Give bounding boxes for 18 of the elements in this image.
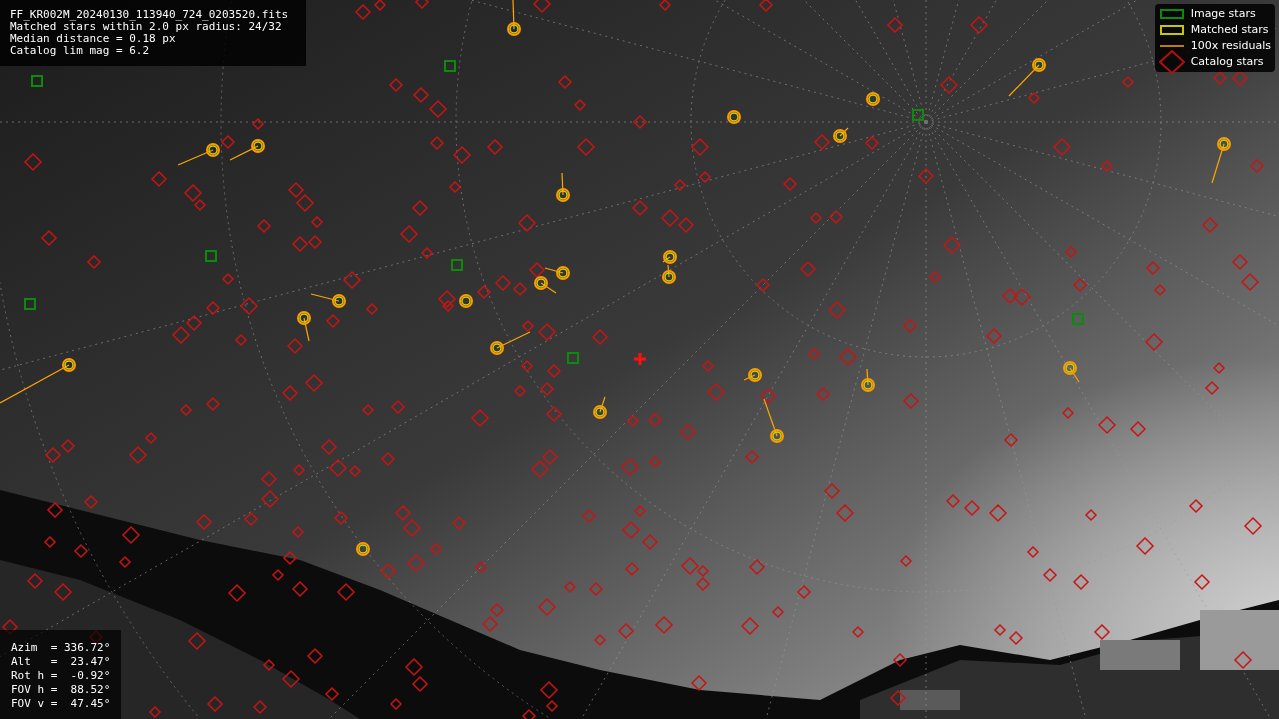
- info-text: Catalog lim mag = 6.2: [10, 45, 151, 57]
- legend-label: Image stars: [1190, 5, 1256, 22]
- legend-label: Matched stars: [1190, 21, 1269, 38]
- pointing-text: Azim = 336.72°: [11, 641, 110, 655]
- square-outline-icon: [1159, 25, 1184, 35]
- info-text: FF_KR002M_20240130_113940_724_0203520.fits: [10, 9, 290, 21]
- legend-label: Catalog stars: [1190, 53, 1264, 70]
- pointing-text: Alt = 23.47°: [11, 655, 110, 669]
- pointing-text: Rot h = -0.92°: [11, 669, 110, 683]
- cross-icon: [634, 353, 646, 365]
- pointing-text: FOV v = 47.45°: [11, 697, 110, 711]
- info-text: Matched stars within 2.0 px radius: 24/32: [10, 21, 282, 33]
- legend-label: 100x residuals: [1190, 37, 1271, 54]
- line-icon: [1159, 45, 1184, 47]
- diamond-icon: [1158, 50, 1185, 74]
- square-outline-icon: [1159, 9, 1184, 19]
- pointing-text: FOV h = 88.52°: [11, 683, 110, 697]
- info-text: Median distance = 0.18 px: [10, 33, 177, 45]
